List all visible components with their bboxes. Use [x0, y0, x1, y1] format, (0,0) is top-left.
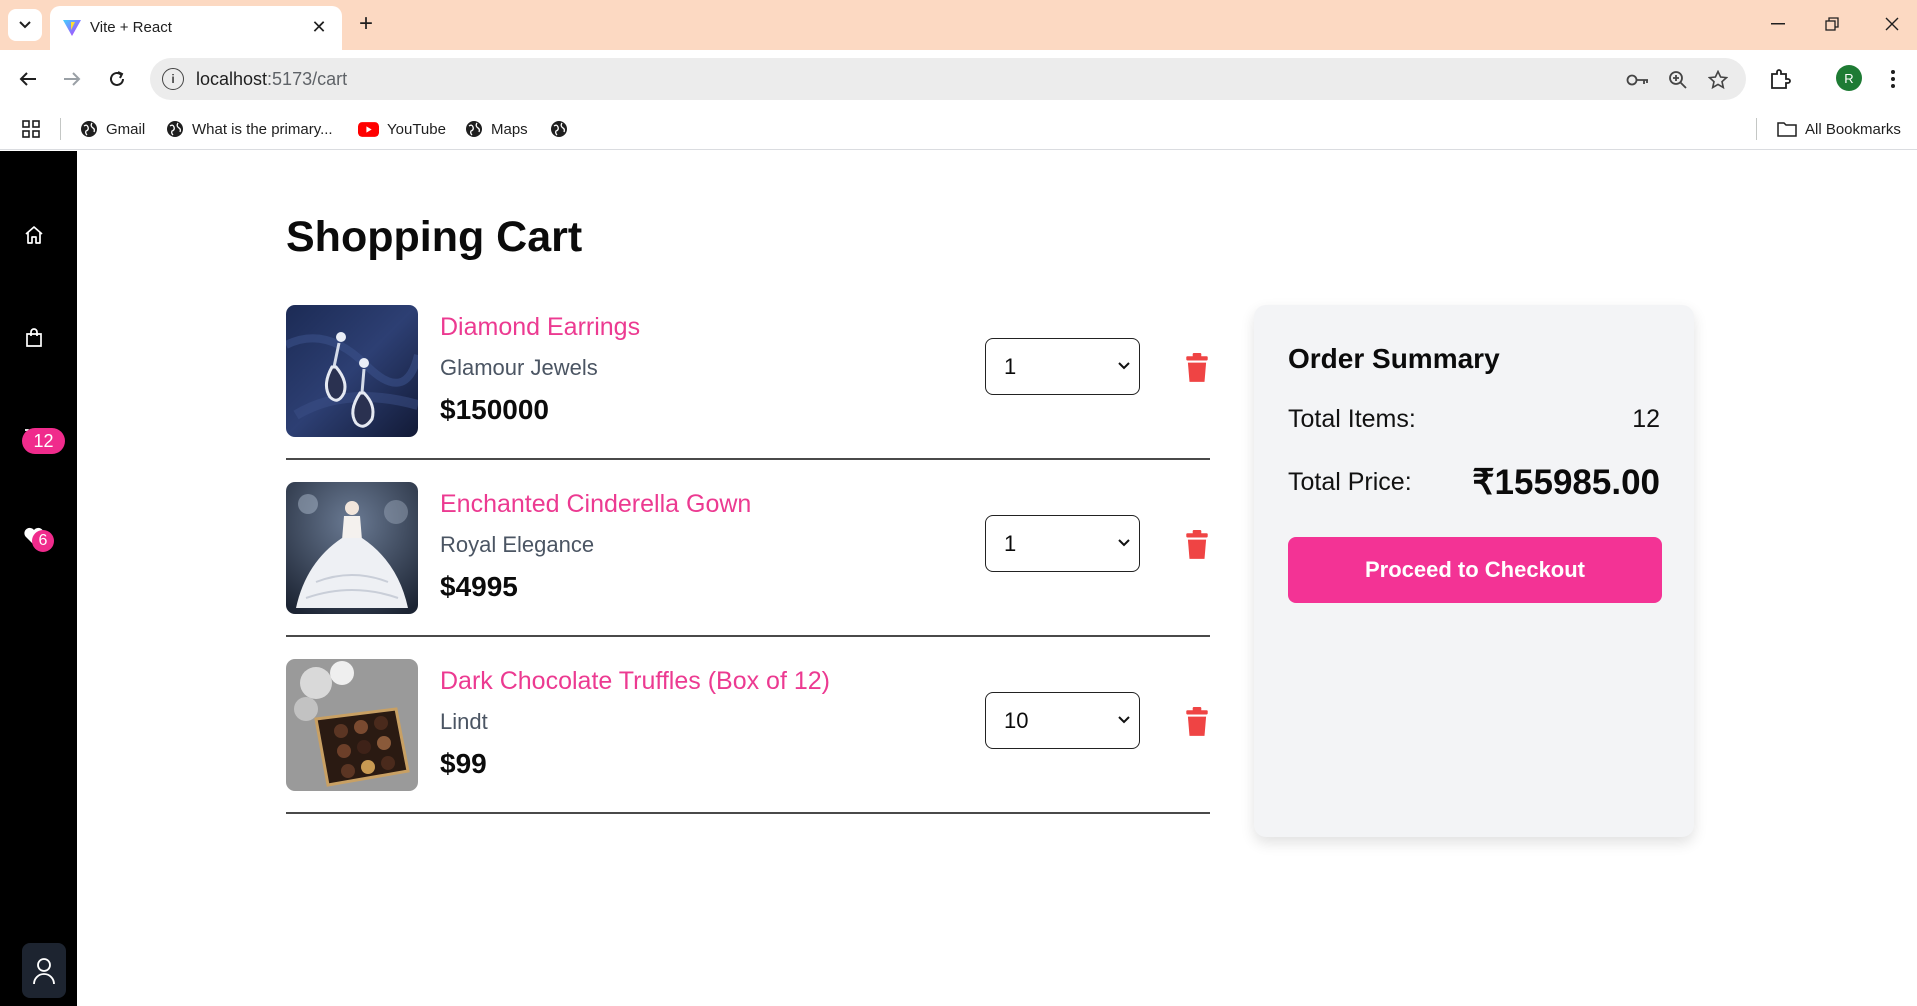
folder-icon — [1777, 122, 1797, 137]
close-icon — [1885, 17, 1899, 31]
puzzle-icon — [1771, 69, 1791, 89]
product-image[interactable] — [286, 305, 418, 437]
profile-button[interactable] — [22, 943, 66, 998]
reload-icon — [110, 71, 124, 86]
product-brand: Lindt — [440, 709, 488, 734]
order-summary-title: Order Summary — [1288, 343, 1500, 374]
bookmark-gmail[interactable]: Gmail — [80, 118, 145, 140]
close-window-button[interactable] — [1872, 10, 1912, 38]
total-items-value: 12 — [1632, 405, 1660, 433]
chevron-down-icon — [1118, 362, 1130, 370]
url-text[interactable]: localhost:5173/cart — [196, 69, 347, 90]
back-button[interactable] — [13, 64, 43, 94]
home-icon[interactable] — [22, 223, 46, 247]
cart-item: Diamond Earrings Glamour Jewels $150000 … — [286, 283, 1210, 460]
wishlist-count-badge: 6 — [32, 530, 54, 552]
youtube-icon — [358, 121, 379, 137]
apps-button[interactable] — [22, 118, 40, 140]
all-bookmarks-button[interactable]: All Bookmarks — [1777, 118, 1901, 140]
bookmarks-divider — [1756, 118, 1757, 140]
product-image[interactable] — [286, 659, 418, 791]
product-image[interactable] — [286, 482, 418, 614]
minimize-button[interactable] — [1758, 10, 1798, 38]
profile-avatar[interactable]: R — [1836, 65, 1862, 91]
more-vertical-icon — [1891, 70, 1895, 88]
product-brand: Glamour Jewels — [440, 355, 598, 380]
tab-search-button[interactable] — [8, 9, 42, 41]
tab-title: Vite + React — [90, 19, 172, 36]
bookmark-untitled[interactable] — [550, 118, 576, 140]
quantity-select[interactable]: 1 — [985, 338, 1140, 395]
product-name-link[interactable]: Diamond Earrings — [440, 313, 640, 342]
page-title: Shopping Cart — [286, 213, 583, 261]
shopping-bag-icon[interactable] — [22, 326, 46, 350]
arrow-left-icon — [19, 72, 36, 86]
chevron-down-icon — [1118, 539, 1130, 547]
total-items-label: Total Items: — [1288, 405, 1416, 433]
product-brand: Royal Elegance — [440, 532, 595, 557]
minimize-icon — [1771, 23, 1785, 25]
product-price: $4995 — [440, 571, 518, 602]
quantity-select[interactable]: 1 — [985, 515, 1140, 572]
chevron-down-icon — [19, 21, 31, 29]
total-price-value: ₹155985.00 — [1472, 463, 1660, 502]
globe-icon — [466, 121, 482, 137]
bookmark-primary[interactable]: What is the primary... — [166, 118, 333, 140]
trash-icon[interactable] — [1182, 353, 1212, 383]
browser-tab-strip: Vite + React ✕ + — [0, 0, 1917, 50]
product-name-link[interactable]: Enchanted Cinderella Gown — [440, 490, 751, 519]
browser-menu-button[interactable] — [1878, 64, 1908, 94]
bookmark-star-icon[interactable] — [1706, 68, 1730, 92]
vite-logo-icon — [63, 20, 81, 36]
cart-item: Enchanted Cinderella Gown Royal Elegance… — [286, 460, 1210, 637]
product-price: $99 — [440, 748, 487, 779]
close-tab-icon[interactable]: ✕ — [308, 16, 330, 38]
key-icon[interactable] — [1626, 68, 1650, 92]
user-icon — [33, 957, 55, 984]
trash-icon[interactable] — [1182, 707, 1212, 737]
quantity-select[interactable]: 10 — [985, 692, 1140, 749]
new-tab-button[interactable]: + — [352, 10, 380, 38]
quantity-value: 10 — [1004, 708, 1029, 733]
bookmarks-bar: Gmail What is the primary... YouTube Map… — [0, 108, 1917, 150]
site-info-icon[interactable]: i — [162, 68, 184, 90]
chevron-down-icon — [1118, 716, 1130, 724]
arrow-right-icon — [64, 72, 81, 86]
restore-button[interactable] — [1812, 10, 1852, 38]
cart-count-badge: 12 — [22, 428, 65, 454]
forward-button[interactable] — [57, 64, 87, 94]
bookmark-youtube[interactable]: YouTube — [358, 118, 446, 140]
proceed-to-checkout-button[interactable]: Proceed to Checkout — [1288, 537, 1662, 603]
browser-tab[interactable]: Vite + React ✕ — [50, 6, 342, 50]
quantity-value: 1 — [1004, 531, 1017, 556]
restore-icon — [1825, 17, 1839, 31]
reload-button[interactable] — [102, 64, 132, 94]
app-sidebar: 12 6 — [0, 151, 77, 1006]
product-name-link[interactable]: Dark Chocolate Truffles (Box of 12) — [440, 667, 830, 696]
apps-grid-icon — [22, 120, 40, 138]
product-price: $150000 — [440, 394, 550, 425]
globe-icon — [81, 121, 97, 137]
globe-icon — [551, 121, 567, 137]
zoom-icon[interactable] — [1666, 68, 1690, 92]
bookmark-maps[interactable]: Maps — [465, 118, 528, 140]
total-price-label: Total Price: — [1288, 468, 1412, 496]
bookmarks-divider — [60, 118, 61, 140]
order-summary-panel: Order Summary Total Items: 12 Total Pric… — [1254, 305, 1694, 837]
trash-icon[interactable] — [1182, 530, 1212, 560]
cart-item: Dark Chocolate Truffles (Box of 12) Lind… — [286, 637, 1210, 814]
globe-icon — [167, 121, 183, 137]
quantity-value: 1 — [1004, 354, 1017, 379]
address-bar[interactable]: i localhost:5173/cart — [150, 58, 1746, 100]
extensions-button[interactable] — [1765, 64, 1795, 94]
browser-toolbar: i localhost:5173/cart R — [0, 50, 1917, 108]
